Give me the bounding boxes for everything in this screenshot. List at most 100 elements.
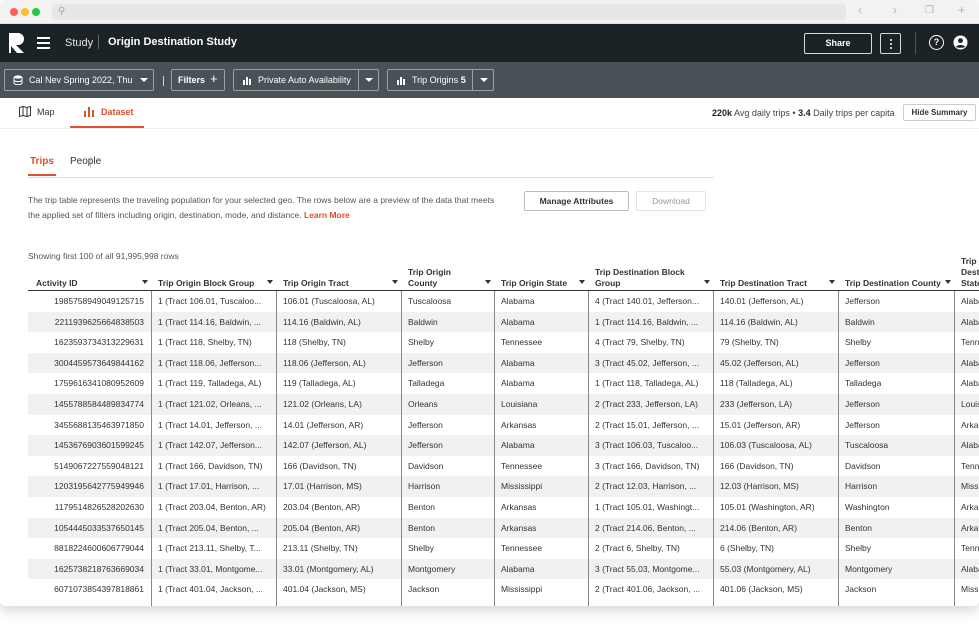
cell-destination-state: Arkansas [961, 419, 979, 430]
cell-origin-county: Jefferson [408, 440, 443, 451]
cell-origin-block-group: 1 (Tract 121.02, Orleans, ... [158, 398, 262, 409]
forward-icon[interactable]: › [893, 3, 897, 17]
chevron-down-icon[interactable] [365, 78, 373, 82]
table-row[interactable]: 1985758949049125715 1 (Tract 106.01, Tusc… [28, 291, 979, 312]
hide-summary-button[interactable]: Hide Summary [903, 104, 976, 121]
cell-activity-id: 1455788584489834774 [54, 398, 144, 409]
avg-daily-trips-label: Avg daily trips [734, 108, 790, 118]
column-header-destination-county[interactable]: Trip Destination County [839, 264, 955, 291]
table-row[interactable]: 1623593734313229631 1 (Tract 118, Shelby,… [28, 332, 979, 353]
chevron-down-icon [140, 78, 148, 82]
cell-origin-block-group: 1 (Tract 213.11, Shelby, T... [158, 543, 261, 554]
dataset-selector[interactable]: Cal Nev Spring 2022, Thu [4, 69, 154, 91]
manage-attributes-button[interactable]: Manage Attributes [524, 191, 629, 211]
tab-dataset[interactable]: Dataset [83, 107, 134, 117]
breadcrumb-study[interactable]: Study [65, 37, 93, 49]
table-row[interactable]: 1759616341080952609 1 (Tract 119, Tallade… [28, 373, 979, 394]
sort-caret-icon[interactable] [704, 280, 710, 284]
cell-destination-state: Alabama [961, 440, 979, 451]
sort-caret-icon[interactable] [945, 280, 951, 284]
back-icon[interactable]: ‹ [858, 3, 862, 17]
filters-button[interactable]: Filters + [171, 69, 225, 91]
table-row[interactable]: 1054445033537650145 1 (Tract 205.04, Bent… [28, 517, 979, 539]
cell-destination-county: Jefferson [845, 296, 880, 306]
filters-label: Filters [178, 75, 206, 85]
tab-people[interactable]: People [70, 156, 101, 167]
availability-filter[interactable]: Private Auto Availability [233, 69, 379, 91]
cell-destination-block-group: 2 (Tract 233, Jefferson, LA) [595, 398, 698, 409]
table-row[interactable]: 1179514826528202630 1 (Tract 203.04, Bent… [28, 497, 979, 518]
column-header-label: Trip Origin County [408, 267, 451, 288]
filter-bar: Cal Nev Spring 2022, Thu Filters + Priva… [0, 62, 979, 98]
sort-caret-icon[interactable] [579, 280, 585, 284]
cell-activity-id: 1054445033537650145 [54, 522, 144, 533]
table-row[interactable]: 1625738218763669034 1 (Tract 33.01, Montg… [28, 558, 979, 580]
learn-more-link[interactable]: Learn More [304, 210, 350, 220]
column-header-origin-state[interactable]: Trip Origin State [495, 264, 589, 291]
table-row[interactable]: 5149067227559048121 1 (Tract 166, Davidso… [28, 456, 979, 477]
tab-dataset-label: Dataset [101, 107, 134, 117]
share-button[interactable]: Share [804, 33, 872, 54]
cell-destination-state: Alabama [961, 296, 979, 306]
cell-destination-county: Shelby [845, 543, 871, 554]
cell-destination-block-group: 3 (Tract 55.03, Montgome... [595, 563, 700, 574]
maximize-window-dot[interactable] [32, 8, 40, 16]
column-header-origin-block-group[interactable]: Trip Origin Block Group [152, 264, 277, 291]
column-header-label: Trip Destination Block Group [595, 267, 685, 288]
download-button[interactable]: Download [636, 191, 706, 211]
new-tab-icon[interactable]: + [958, 3, 965, 17]
table-row[interactable]: 3455688135463971850 1 (Tract 14.01, Jeffe… [28, 415, 979, 436]
avg-daily-trips-value: 220k [712, 108, 733, 118]
trip-origins-filter[interactable]: Trip Origins 5 [387, 69, 494, 91]
column-header-origin-county[interactable]: Trip Origin County [402, 264, 495, 291]
trip-origins-count: 5 [460, 75, 466, 85]
split-divider [358, 70, 359, 90]
split-divider [472, 70, 473, 90]
column-header-destination-state[interactable]: Trip Destination State [955, 256, 979, 291]
url-bar[interactable]: ⚲ [52, 4, 846, 20]
user-account-icon[interactable] [953, 35, 968, 50]
more-options-button[interactable] [880, 33, 901, 54]
sort-caret-icon[interactable] [392, 280, 398, 284]
minimize-window-dot[interactable] [21, 8, 29, 16]
chevron-down-icon[interactable] [480, 78, 488, 82]
sort-caret-icon[interactable] [142, 280, 148, 284]
column-header-origin-tract[interactable]: Trip Origin Tract [277, 264, 402, 291]
cell-destination-state: Mississippi [961, 481, 979, 492]
column-header-activity-id[interactable]: Activity ID [28, 264, 152, 291]
sort-caret-icon[interactable] [485, 280, 491, 284]
table-row[interactable]: 1453676903601599245 1 (Tract 142.07, Jeff… [28, 435, 979, 456]
table-row[interactable]: 1203195642775949946 1 (Tract 17.01, Harri… [28, 476, 979, 497]
column-header-destination-tract[interactable]: Trip Destination Tract [714, 264, 839, 291]
menu-icon[interactable] [37, 37, 50, 49]
tab-map-label: Map [37, 107, 55, 117]
table-row[interactable]: 8818224600606779044 1 (Tract 213.11, Shel… [28, 538, 979, 559]
cell-origin-county: Jefferson [408, 419, 443, 430]
logo-icon[interactable] [8, 32, 26, 54]
cell-activity-id: 6071073854397818861 [54, 584, 144, 595]
tabs-icon[interactable]: ❐ [925, 5, 934, 16]
cell-destination-tract: 55.03 (Montgomery, AL) [720, 563, 811, 574]
cell-origin-state: Louisiana [501, 398, 538, 409]
sort-caret-icon[interactable] [267, 280, 273, 284]
cell-activity-id: 5149067227559048121 [54, 460, 144, 471]
cell-origin-block-group: 1 (Tract 401.04, Jackson, ... [158, 584, 264, 595]
table-row[interactable]: 2211939625664838503 1 (Tract 114.16, Bald… [28, 311, 979, 333]
subtab-row: Trips People [28, 156, 714, 178]
tab-map[interactable]: Map [19, 106, 55, 117]
column-header-destination-block-group[interactable]: Trip Destination Block Group [589, 264, 714, 291]
tab-trips[interactable]: Trips [30, 156, 54, 167]
column-header-label: Trip Origin State [501, 278, 568, 288]
breadcrumb-divider [98, 35, 99, 49]
table-row[interactable]: 3004459573649844162 1 (Tract 118.06, Jeff… [28, 352, 979, 374]
close-window-dot[interactable] [10, 8, 18, 16]
column-divider [276, 291, 277, 606]
cell-origin-tract: 14.01 (Jefferson, AR) [283, 419, 364, 430]
table-row[interactable]: 1455788584489834774 1 (Tract 121.02, Orle… [28, 393, 979, 415]
sort-caret-icon[interactable] [829, 280, 835, 284]
table-row[interactable]: 6071073854397818861 1 (Tract 401.04, Jack… [28, 579, 979, 600]
cell-destination-tract: 233 (Jefferson, LA) [720, 398, 793, 409]
cell-origin-block-group: 1 (Tract 106.01, Tuscaloo... [158, 296, 262, 306]
help-icon[interactable]: ? [929, 35, 944, 50]
cell-destination-state: Alabama [961, 357, 979, 368]
